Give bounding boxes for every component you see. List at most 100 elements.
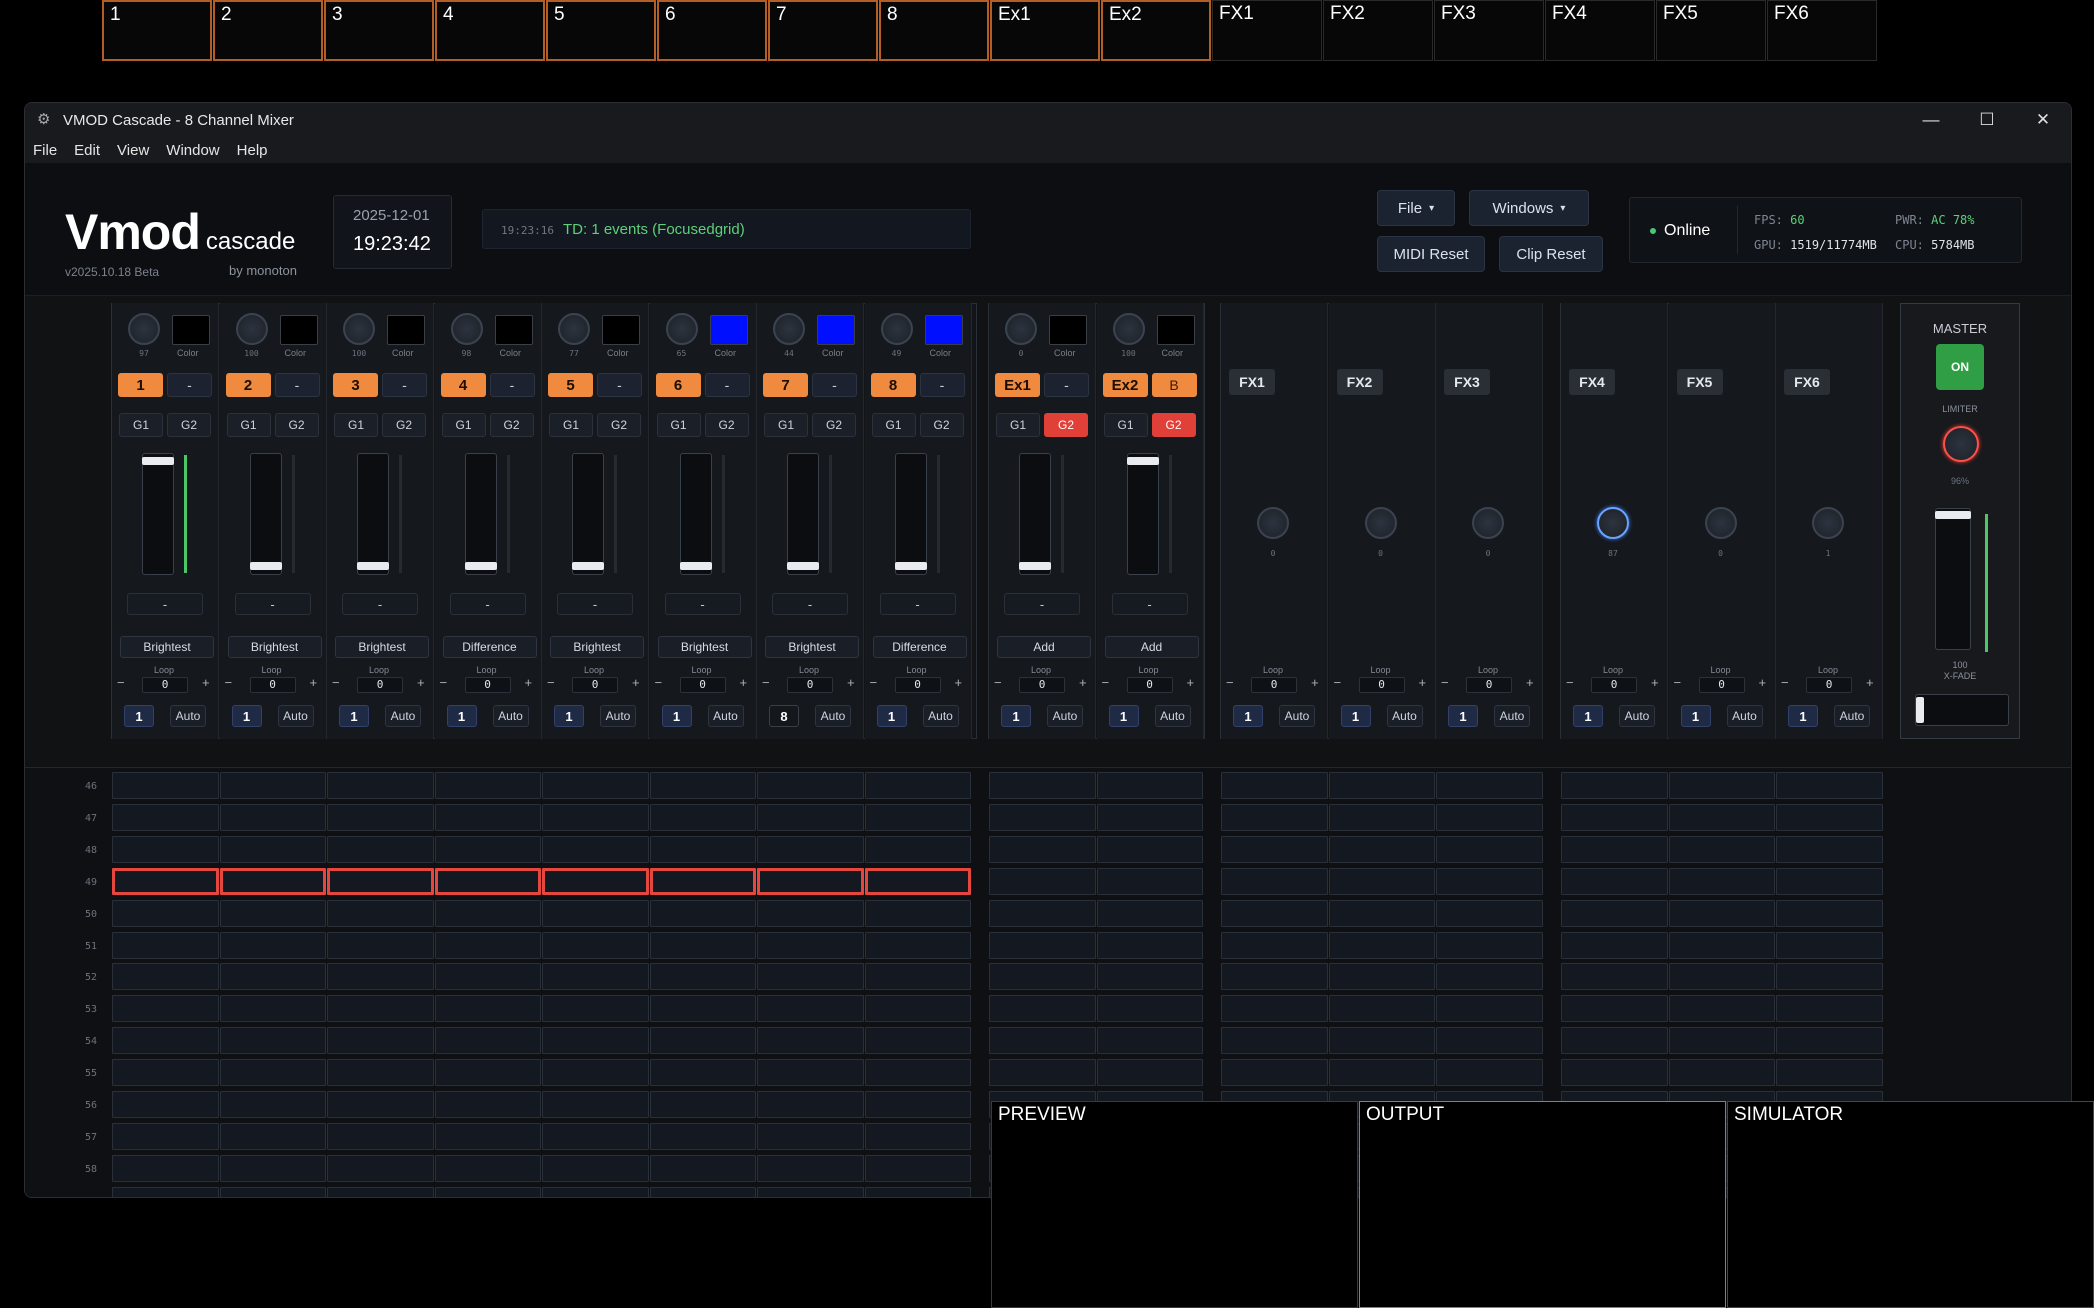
group2-button[interactable]: G2 <box>919 413 964 437</box>
loop-decrement-button[interactable]: − <box>994 675 1002 690</box>
color-swatch[interactable] <box>1049 315 1087 345</box>
clip-cell[interactable] <box>989 931 1096 959</box>
loop-value[interactable]: 0 <box>1251 677 1297 693</box>
fx-amount-knob[interactable] <box>1704 507 1737 539</box>
clip-cell[interactable] <box>1776 772 1883 799</box>
clip-cell[interactable] <box>112 1027 219 1055</box>
fader-value-field[interactable]: - <box>557 593 633 615</box>
clip-cell[interactable] <box>989 899 1096 927</box>
group2-button[interactable]: G2 <box>274 413 319 437</box>
loop-decrement-button[interactable]: − <box>655 675 663 690</box>
group1-button[interactable]: G1 <box>764 413 808 437</box>
clip-cell[interactable] <box>1668 963 1775 991</box>
fx-amount-knob[interactable] <box>1257 507 1289 539</box>
channel-tile-7[interactable]: 7 <box>768 0 878 61</box>
group2-button[interactable]: G2 <box>812 413 856 437</box>
clip-cell[interactable] <box>649 867 756 895</box>
auto-button[interactable]: Auto <box>1619 705 1655 727</box>
clip-page-button[interactable]: 1 <box>231 705 262 727</box>
clip-cell[interactable] <box>542 803 649 831</box>
opacity-knob[interactable] <box>558 313 590 345</box>
clip-cell[interactable] <box>649 899 756 927</box>
clip-cell[interactable] <box>1436 803 1543 831</box>
group2-button[interactable]: G2 <box>382 413 426 437</box>
clip-cell[interactable] <box>649 1027 756 1055</box>
clip-cell[interactable] <box>1328 835 1435 863</box>
channel-number-button[interactable]: 3 <box>333 373 378 397</box>
channel-option-button[interactable]: - <box>274 373 320 397</box>
fader-handle[interactable] <box>679 562 712 570</box>
clip-cell[interactable] <box>112 899 219 927</box>
clip-cell[interactable] <box>649 995 756 1023</box>
opacity-knob[interactable] <box>773 313 805 345</box>
loop-increment-button[interactable]: + <box>310 675 318 690</box>
clip-page-button[interactable]: 1 <box>339 705 369 727</box>
clip-cell[interactable] <box>757 963 864 991</box>
channel-tile-3[interactable]: 3 <box>324 0 434 61</box>
clip-cell[interactable] <box>542 899 649 927</box>
group2-button[interactable]: G2 <box>597 413 641 437</box>
clip-cell[interactable] <box>327 963 434 991</box>
opacity-knob[interactable] <box>450 313 483 345</box>
clip-cell[interactable] <box>112 995 219 1023</box>
clip-cell[interactable] <box>757 1059 864 1087</box>
blend-mode-button[interactable]: Brightest <box>120 636 214 658</box>
group1-button[interactable]: G1 <box>119 413 163 437</box>
clip-cell[interactable] <box>1436 1059 1543 1087</box>
clip-cell[interactable] <box>864 1154 971 1182</box>
blend-mode-button[interactable]: Brightest <box>765 636 859 658</box>
clip-cell[interactable] <box>1096 899 1203 927</box>
loop-increment-button[interactable]: + <box>417 675 425 690</box>
loop-decrement-button[interactable]: − <box>225 675 233 690</box>
fader-value-field[interactable]: - <box>234 593 311 615</box>
clip-cell[interactable] <box>1096 963 1203 991</box>
clip-cell[interactable] <box>542 772 649 799</box>
clip-cell[interactable] <box>989 1059 1096 1087</box>
clip-cell[interactable] <box>1668 995 1775 1023</box>
fader-handle[interactable] <box>142 457 174 465</box>
master-fader-handle[interactable] <box>1935 511 1971 519</box>
blend-mode-button[interactable]: Brightest <box>227 636 322 658</box>
clip-cell[interactable] <box>219 1154 326 1182</box>
clip-cell[interactable] <box>864 1091 971 1118</box>
clip-cell[interactable] <box>542 995 649 1023</box>
loop-increment-button[interactable]: + <box>1866 675 1874 690</box>
clip-cell[interactable] <box>649 803 756 831</box>
loop-decrement-button[interactable]: − <box>1334 675 1342 690</box>
channel-option-button[interactable]: - <box>1044 373 1089 397</box>
clip-cell[interactable] <box>1776 867 1883 895</box>
clip-cell[interactable] <box>112 803 219 831</box>
clip-cell[interactable] <box>112 1059 219 1087</box>
fader-handle[interactable] <box>1126 457 1159 465</box>
channel-fader[interactable] <box>572 453 604 575</box>
clip-cell[interactable] <box>1436 835 1543 863</box>
clip-cell[interactable] <box>649 1091 756 1118</box>
clip-cell[interactable] <box>1096 995 1203 1023</box>
clip-cell[interactable] <box>434 803 541 831</box>
clip-cell[interactable] <box>112 1186 219 1197</box>
channel-tile-fx1[interactable]: FX1 <box>1212 0 1322 61</box>
loop-increment-button[interactable]: + <box>740 675 748 690</box>
channel-option-button[interactable]: - <box>704 373 750 397</box>
clip-cell[interactable] <box>1221 995 1328 1023</box>
channel-tile-6[interactable]: 6 <box>657 0 767 61</box>
opacity-knob[interactable] <box>1005 313 1037 345</box>
clip-cell[interactable] <box>542 1122 649 1150</box>
clip-cell[interactable] <box>327 1186 434 1197</box>
clip-page-button[interactable]: 1 <box>1108 705 1139 727</box>
clip-cell[interactable] <box>434 772 541 799</box>
clip-cell[interactable] <box>434 1059 541 1087</box>
clip-cell[interactable] <box>1561 931 1668 959</box>
clip-cell[interactable] <box>434 1027 541 1055</box>
group1-button[interactable]: G1 <box>226 413 271 437</box>
auto-button[interactable]: Auto <box>600 705 636 727</box>
clip-cell[interactable] <box>327 1027 434 1055</box>
fx-amount-knob[interactable] <box>1812 507 1844 539</box>
channel-tile-fx3[interactable]: FX3 <box>1434 0 1544 61</box>
fader-value-field[interactable]: - <box>449 593 526 615</box>
clip-cell[interactable] <box>1776 1027 1883 1055</box>
clip-cell[interactable] <box>434 1091 541 1118</box>
clip-cell[interactable] <box>649 1122 756 1150</box>
channel-fader[interactable] <box>1126 453 1159 575</box>
clip-page-button[interactable]: 1 <box>661 705 692 727</box>
